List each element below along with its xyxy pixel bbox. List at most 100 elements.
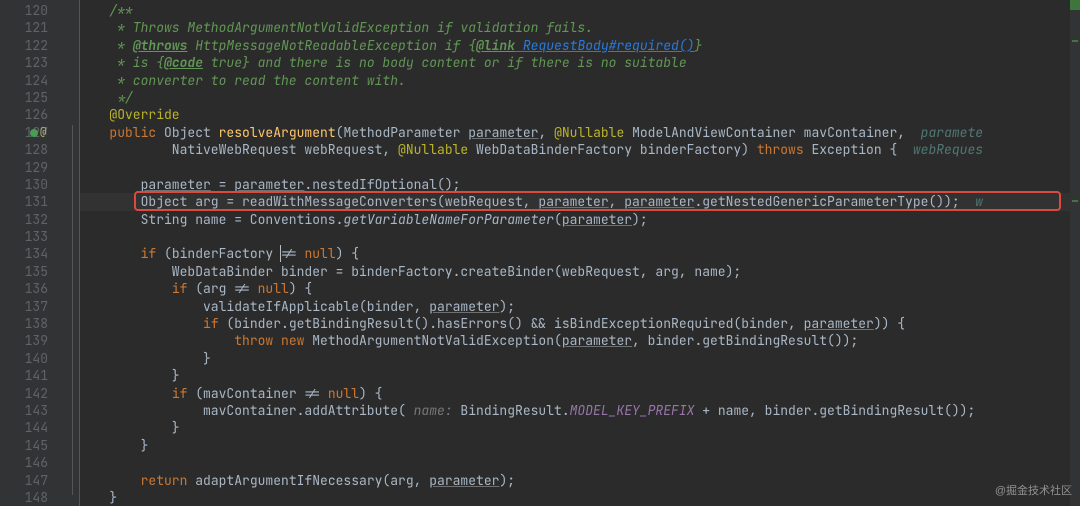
code-line[interactable]: validateIfApplicable(binder, parameter); [80, 298, 1080, 315]
analysis-ok-icon [1070, 0, 1080, 10]
stripe-mark [1072, 40, 1078, 42]
code-token: WebDataBinderFactory binderFactory) [468, 141, 757, 158]
code-token: ) { [289, 280, 312, 297]
code-token: webReques [913, 141, 983, 158]
code-token: validateIfApplicable(binder, [109, 298, 429, 315]
code-token: parameter [429, 472, 499, 489]
code-token: , [538, 124, 554, 141]
code-token: MethodArgumentNotValidException( [312, 332, 562, 349]
code-line[interactable]: * @throws HttpMessageNotReadableExceptio… [80, 37, 1080, 54]
code-token: return [141, 472, 196, 489]
code-token: (MethodParameter [336, 124, 469, 141]
code-line[interactable]: parameter = parameter.nestedIfOptional()… [80, 176, 1080, 193]
line-number: 131 [0, 193, 48, 210]
code-line[interactable] [80, 228, 1080, 245]
code-token: parameter [141, 176, 211, 193]
line-number: 128 [0, 141, 48, 158]
code-line[interactable]: String name = Conventions.getVariableNam… [80, 211, 1080, 228]
code-line[interactable]: if (mavContainer != null) { [80, 385, 1080, 402]
code-token: w [975, 193, 983, 210]
code-editor[interactable]: @ 12012112212312412512612712812913013113… [0, 0, 1080, 506]
override-at-glyph: @ [40, 124, 47, 141]
code-line[interactable]: } [80, 419, 1080, 436]
code-line[interactable]: } [80, 350, 1080, 367]
code-line[interactable]: * is {@code true} and there is no body c… [80, 54, 1080, 71]
code-token: , [609, 193, 625, 210]
code-line[interactable] [80, 159, 1080, 176]
watermark-text: @掘金技术社区 [995, 483, 1072, 500]
line-number: 126 [0, 106, 48, 123]
code-token: * Throws MethodArgumentNotValidException… [109, 19, 593, 36]
line-number: 130 [0, 176, 48, 193]
code-token: /** [109, 2, 132, 19]
code-line[interactable]: if (binder.getBindingResult().hasErrors(… [80, 315, 1080, 332]
line-number: 125 [0, 89, 48, 106]
code-token: (binder.getBindingResult().hasErrors() &… [226, 315, 803, 332]
code-token: null [258, 280, 289, 297]
code-line[interactable]: NativeWebRequest webRequest, @Nullable W… [80, 141, 1080, 158]
code-line[interactable]: /** [80, 2, 1080, 19]
code-token: , binder.getBindingResult()); [632, 332, 858, 349]
code-line[interactable] [80, 454, 1080, 471]
line-number: 145 [0, 437, 48, 454]
code-line[interactable]: throw new MethodArgumentNotValidExceptio… [80, 332, 1080, 349]
code-line[interactable]: * Throws MethodArgumentNotValidException… [80, 19, 1080, 36]
code-token: throws [757, 141, 804, 158]
line-number: 121 [0, 19, 48, 36]
line-number: 134 [0, 245, 48, 262]
code-token: public [109, 124, 164, 141]
code-token: throw new [234, 332, 312, 349]
code-line[interactable]: * converter to read the content with. [80, 72, 1080, 89]
line-number: 132 [0, 211, 48, 228]
code-token: ) { [359, 385, 382, 402]
code-token: parameter [234, 176, 304, 193]
code-token: mavContainer.addAttribute( [109, 402, 413, 419]
code-token: if [203, 315, 226, 332]
code-area[interactable]: /** * Throws MethodArgumentNotValidExcep… [80, 0, 1080, 506]
code-line[interactable]: } [80, 437, 1080, 454]
code-token [109, 332, 234, 349]
line-number: 146 [0, 454, 48, 471]
code-line[interactable]: } [80, 489, 1080, 506]
code-token: Exception { [804, 141, 913, 158]
code-line[interactable]: public Object resolveArgument(MethodPara… [80, 124, 1080, 141]
code-token: parameter [562, 211, 632, 228]
code-line[interactable]: return adaptArgumentIfNecessary(arg, par… [80, 472, 1080, 489]
line-number: 144 [0, 419, 48, 436]
code-token: ModelAndViewContainer mavContainer, [624, 124, 920, 141]
code-token: if [172, 280, 195, 297]
code-line[interactable]: if (arg != null) { [80, 280, 1080, 297]
code-token: parameter [429, 298, 499, 315]
code-token: parameter [804, 315, 874, 332]
code-token: Object [164, 124, 219, 141]
line-number: 124 [0, 72, 48, 89]
code-line[interactable]: if (binderFactory != null) { [80, 245, 1080, 262]
code-line[interactable]: */ [80, 89, 1080, 106]
code-token: ); [632, 211, 648, 228]
line-number: 140 [0, 350, 48, 367]
code-token [109, 472, 140, 489]
code-token: */ [109, 89, 132, 106]
code-token: null [304, 245, 335, 262]
code-token: @Override [109, 106, 179, 123]
code-token [109, 315, 203, 332]
code-token: parameter [468, 124, 538, 141]
code-line[interactable]: Object arg = readWithMessageConverters(w… [80, 193, 1080, 210]
code-line[interactable]: @Override [80, 106, 1080, 123]
line-number: 142 [0, 385, 48, 402]
code-token [109, 245, 140, 262]
code-token [109, 280, 171, 297]
code-line[interactable]: } [80, 367, 1080, 384]
code-line[interactable]: mavContainer.addAttribute( name: Binding… [80, 402, 1080, 419]
line-number: 143 [0, 402, 48, 419]
override-dot-icon [30, 129, 38, 137]
code-token: HttpMessageNotReadableException if { [187, 37, 476, 54]
line-number: 136 [0, 280, 48, 297]
code-token: } [109, 489, 117, 506]
override-gutter-icon[interactable]: @ [30, 124, 47, 141]
line-number: 138 [0, 315, 48, 332]
error-stripe [1070, 0, 1080, 506]
line-number: 148 [0, 489, 48, 506]
code-line[interactable]: WebDataBinder binder = binderFactory.cre… [80, 263, 1080, 280]
code-token: (arg != [195, 280, 257, 297]
